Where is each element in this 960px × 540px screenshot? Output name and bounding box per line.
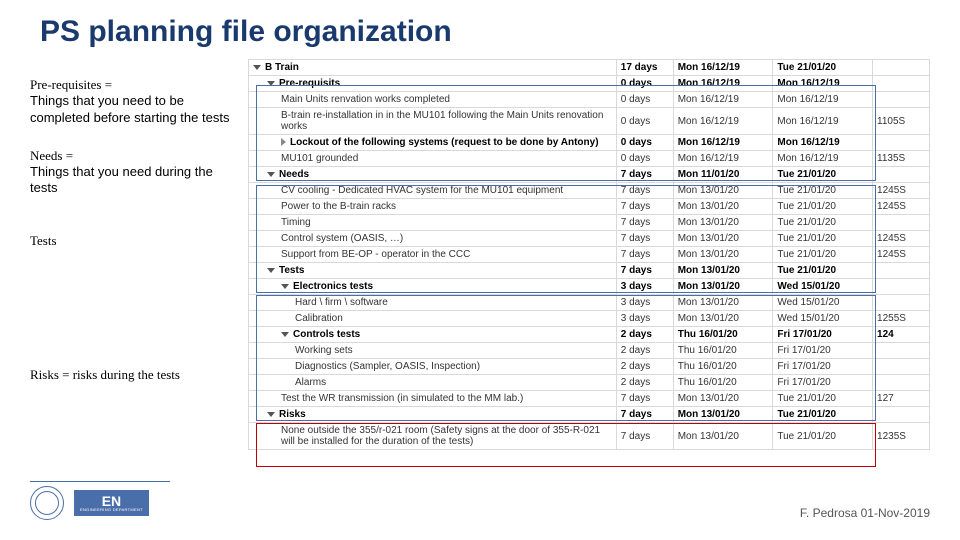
notes-column: Pre-requisites = Things that you need to… [30,59,240,450]
annot-tests-box [256,295,876,421]
room-cell [873,167,930,183]
task-name: B Train [265,62,299,73]
room-cell: 1105S [873,108,930,135]
room-cell: 1245S [873,199,930,215]
room-cell: 127 [873,391,930,407]
slide: PS planning file organization Pre-requis… [0,0,960,540]
room-cell: 1235S [873,423,930,450]
annot-needs-box [256,185,876,293]
footer-logos: EN ENGINEERING DEPARTMENT [30,481,170,520]
room-cell [873,215,930,231]
slide-title: PS planning file organization [40,15,930,49]
room-cell [873,60,930,76]
annot-risks-box [256,423,876,467]
footer-author-date: F. Pedrosa 01-Nov-2019 [800,506,930,520]
start-cell: Mon 16/12/19 [673,60,773,76]
room-cell [873,343,930,359]
en-logo-subtext: ENGINEERING DEPARTMENT [80,508,143,512]
room-cell: 124 [873,327,930,343]
annot-prereq-box [256,85,876,181]
room-cell [873,407,930,423]
task-cell: B Train [249,60,617,76]
note-heading: Pre-requisites = [30,77,112,92]
note-risks: Risks = risks during the tests [30,367,240,383]
room-cell [873,76,930,92]
en-logo-text: EN [102,494,121,508]
note-needs: Needs = Things that you need during the … [30,148,240,197]
caret-down-icon[interactable] [253,65,261,70]
note-body: Things that you need to be completed bef… [30,93,229,124]
note-body: Things that you need during the tests [30,164,213,195]
note-prerequisites: Pre-requisites = Things that you need to… [30,77,240,126]
room-cell [873,295,930,311]
room-cell: 1245S [873,183,930,199]
en-logo-icon: EN ENGINEERING DEPARTMENT [74,490,149,516]
room-cell [873,279,930,295]
room-cell [873,375,930,391]
cern-logo-icon [30,486,64,520]
room-cell [873,359,930,375]
room-cell: 1255S [873,311,930,327]
note-heading: Tests [30,233,57,248]
room-cell: 1245S [873,247,930,263]
room-cell [873,92,930,108]
duration-cell: 17 days [616,60,673,76]
room-cell [873,135,930,151]
room-cell [873,263,930,279]
end-cell: Tue 21/01/20 [773,60,873,76]
room-cell: 1245S [873,231,930,247]
footer: EN ENGINEERING DEPARTMENT F. Pedrosa 01-… [30,481,930,520]
note-heading: Needs = [30,148,73,163]
note-heading: Risks = risks during the tests [30,367,180,382]
room-cell: 1135S [873,151,930,167]
note-tests: Tests [30,233,240,249]
table-row: B Train 17 daysMon 16/12/19Tue 21/01/20 [249,60,930,76]
